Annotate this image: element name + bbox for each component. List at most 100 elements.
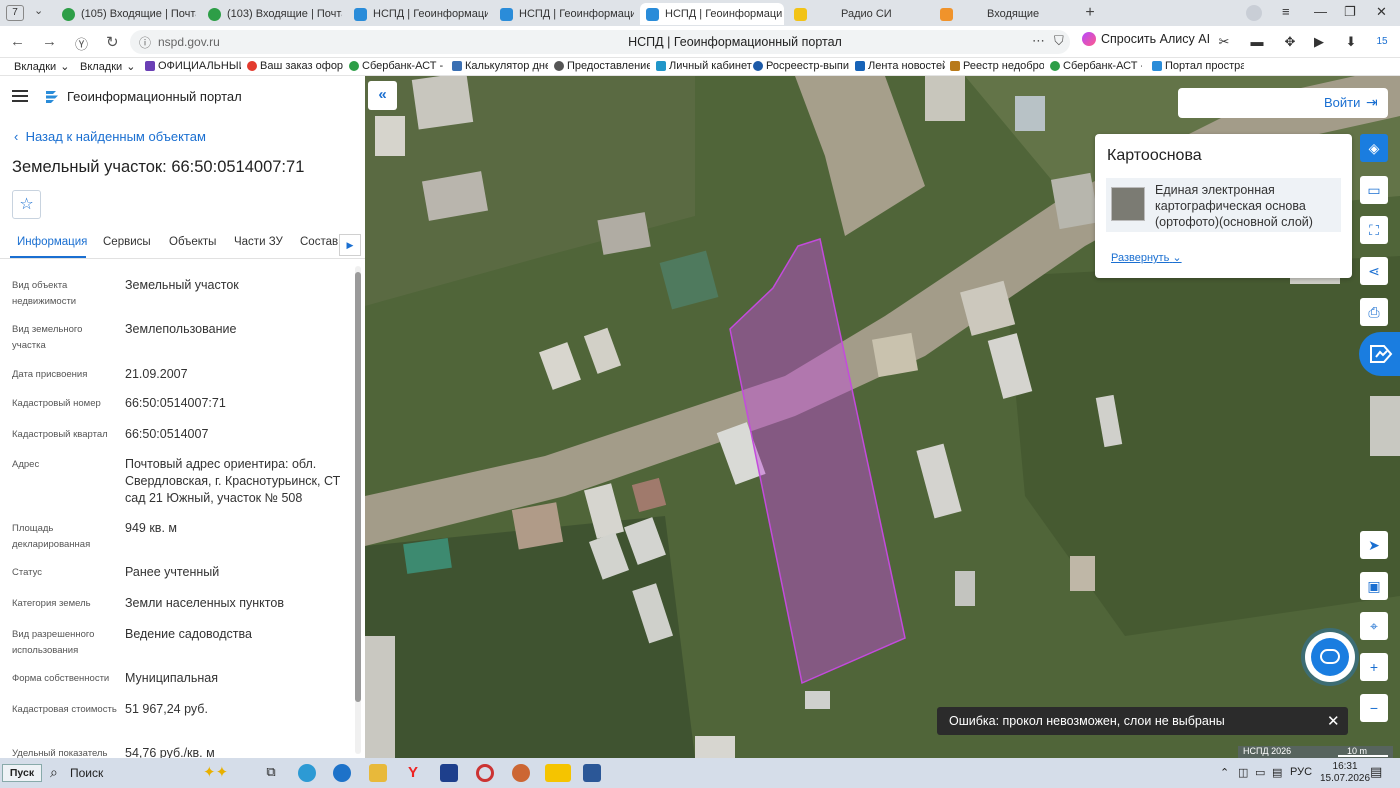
- close-icon[interactable]: ✕: [1327, 712, 1340, 730]
- taskbar-search[interactable]: ⌕ Поиск ✦✦: [48, 763, 248, 783]
- tab-services[interactable]: Сервисы: [103, 236, 151, 248]
- tabs-scroll-right-button[interactable]: ▶: [339, 234, 361, 256]
- bookmark-item[interactable]: Калькулятор дне: [452, 60, 548, 72]
- tab-objects[interactable]: Объекты: [169, 236, 216, 248]
- browser-tab[interactable]: НСПД | Геоинформацион: [348, 3, 488, 25]
- bookmark-favicon: [349, 61, 359, 71]
- menu-icon[interactable]: [12, 90, 28, 102]
- notifications-badge[interactable]: 15: [1374, 34, 1390, 50]
- expand-link[interactable]: Развернуть ⌄: [1111, 251, 1182, 264]
- print-tool-button[interactable]: ⎙: [1360, 298, 1388, 326]
- task-view-icon[interactable]: ⧉: [262, 764, 280, 782]
- bookmark-item[interactable]: Предоставление: [554, 60, 650, 72]
- attribute-label: Кадастровый номер: [12, 398, 101, 409]
- layers-tool-button[interactable]: ◈: [1360, 134, 1388, 162]
- bookmark-folder[interactable]: Вкладки ⌄: [14, 60, 74, 74]
- bookmark-icon[interactable]: ⛉: [1054, 33, 1064, 49]
- minimap-button[interactable]: ▣: [1360, 572, 1388, 600]
- forward-arrow-icon[interactable]: →: [42, 33, 57, 50]
- attribute-value: 51 967,24 руб.: [125, 702, 208, 716]
- chat-assistant-button[interactable]: [1305, 632, 1355, 682]
- select-area-tool-button[interactable]: ⛶: [1360, 216, 1388, 244]
- restore-icon[interactable]: ❐: [1344, 4, 1356, 20]
- tray-chevron-icon[interactable]: ⌃: [1220, 766, 1229, 779]
- bookmark-item[interactable]: Сбербанк-АСТ - з: [349, 60, 445, 72]
- zoom-out-button[interactable]: −: [1360, 694, 1388, 722]
- tools-icon[interactable]: ✂: [1216, 34, 1232, 50]
- browser-tab[interactable]: Входящие: [934, 3, 1074, 25]
- tab-composition[interactable]: Состав: [300, 236, 338, 248]
- notification-center-icon[interactable]: ▤: [1370, 764, 1382, 780]
- geo-search-button[interactable]: ⌖: [1360, 612, 1388, 640]
- app-icon[interactable]: [512, 764, 530, 782]
- browser-tab[interactable]: (103) Входящие | Почта | 5: [202, 3, 342, 25]
- map-pin-tab[interactable]: [1359, 332, 1400, 376]
- start-button[interactable]: Пуск: [2, 764, 42, 782]
- panel-scrollbar-thumb[interactable]: [355, 272, 361, 702]
- basemap-layer-item[interactable]: Единая электронная картографическая осно…: [1106, 178, 1341, 232]
- back-to-results-link[interactable]: ‹ Назад к найденным объектам: [14, 129, 206, 144]
- object-info-panel: Геоинформационный портал ‹ Назад к найде…: [0, 76, 365, 758]
- locate-button[interactable]: ➤: [1360, 531, 1388, 559]
- bookmark-item[interactable]: ОФИЦИАЛЬНЫЙ: [145, 60, 241, 72]
- mail-icon: [940, 7, 953, 21]
- browser-tab[interactable]: (105) Входящие | Почта |: [56, 3, 196, 25]
- yandex-icon[interactable]: Ⓨ: [75, 34, 88, 53]
- browser-tab[interactable]: НСПД | Геоинформацион: [494, 3, 634, 25]
- attribute-value: Земельный участок: [125, 278, 239, 292]
- bookmark-item[interactable]: Личный кабинет: [656, 60, 752, 72]
- network-icon[interactable]: ▤: [1272, 766, 1282, 779]
- reload-icon[interactable]: ↻: [106, 33, 119, 51]
- bookmark-item[interactable]: Лента новостей: [855, 60, 945, 72]
- alice-icon: [1082, 32, 1096, 46]
- map-view[interactable]: « Войти ⇥ Картооснова Единая электронная…: [365, 76, 1400, 758]
- more-dots-icon[interactable]: ⋯: [1032, 33, 1045, 49]
- share-tool-button[interactable]: ⋖: [1360, 257, 1388, 285]
- menu-icon[interactable]: ≡: [1282, 4, 1290, 19]
- minimize-icon[interactable]: —: [1314, 4, 1327, 19]
- media-play-icon[interactable]: ▶: [1311, 34, 1327, 50]
- ruler-tool-button[interactable]: ▭: [1360, 176, 1388, 204]
- browser-tab-active[interactable]: НСПД | Геоинформаци ✕: [640, 3, 784, 25]
- chevron-down-icon[interactable]: ⌄: [34, 4, 43, 17]
- bookmark-folder[interactable]: Вкладки ⌄: [80, 60, 140, 74]
- location-pin-icon: ⌖: [1370, 618, 1378, 634]
- extensions-icon[interactable]: ✥: [1282, 34, 1298, 50]
- login-button[interactable]: Войти ⇥: [1178, 88, 1388, 118]
- collections-icon[interactable]: ▬: [1249, 34, 1265, 50]
- 1c-icon[interactable]: [545, 764, 571, 782]
- favorite-button[interactable]: ☆: [12, 190, 41, 219]
- close-window-icon[interactable]: ✕: [1376, 4, 1387, 20]
- bookmark-item[interactable]: Сбербанк-АСТ - з: [1050, 60, 1142, 72]
- app-icon[interactable]: [476, 764, 494, 782]
- battery-icon[interactable]: ▭: [1255, 766, 1265, 779]
- alice-button[interactable]: Спросить Алису AI: [1082, 32, 1210, 46]
- address-bar-row: ← → Ⓨ ↻ ⓘ nspd.gov.ru НСПД | Геоинформац…: [0, 26, 1400, 58]
- collapse-panel-button[interactable]: «: [368, 81, 397, 110]
- browser-app-icon[interactable]: [333, 764, 351, 782]
- word-icon[interactable]: [583, 764, 601, 782]
- zoom-in-button[interactable]: +: [1360, 653, 1388, 681]
- profile-avatar[interactable]: [1246, 5, 1262, 21]
- tab-count-button[interactable]: 7: [6, 5, 24, 21]
- new-tab-button[interactable]: +: [1080, 3, 1100, 23]
- lang-indicator[interactable]: РУС: [1290, 766, 1312, 778]
- bookmark-item[interactable]: Росреестр-выпис: [753, 60, 849, 72]
- bookmark-item[interactable]: Портал простран: [1152, 60, 1244, 72]
- bookmark-item[interactable]: Ваш заказ оформ: [247, 60, 343, 72]
- clock[interactable]: 16:31 15.07.2026: [1320, 761, 1370, 785]
- yandex-browser-icon[interactable]: Y: [404, 764, 422, 782]
- downloads-icon[interactable]: ⬇: [1343, 34, 1359, 50]
- tab-parts[interactable]: Части ЗУ: [234, 236, 283, 248]
- tab-information[interactable]: Информация: [17, 236, 87, 248]
- edge-icon[interactable]: [298, 764, 316, 782]
- tray-app-icon[interactable]: ◫: [1238, 766, 1248, 779]
- close-icon[interactable]: ✕: [782, 7, 784, 21]
- back-arrow-icon[interactable]: ←: [10, 33, 25, 50]
- file-explorer-icon[interactable]: [369, 764, 387, 782]
- address-field[interactable]: ⓘ nspd.gov.ru НСПД | Геоинформационный п…: [130, 30, 1070, 54]
- monitor-app-icon[interactable]: [440, 764, 458, 782]
- browser-tab[interactable]: Радио СИ: [788, 3, 928, 25]
- bookmark-item[interactable]: Реестр недоброс: [950, 60, 1044, 72]
- site-info-icon[interactable]: ⓘ: [139, 34, 151, 51]
